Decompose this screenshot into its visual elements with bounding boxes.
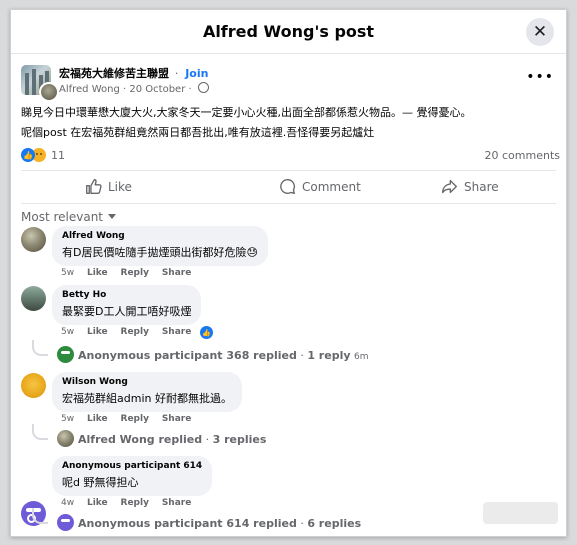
separator-dot: · (188, 84, 192, 95)
share-icon (442, 179, 457, 194)
author-name-link[interactable]: Alfred Wong (59, 84, 120, 95)
dialog-header: Alfred Wong's post ✕ (11, 10, 566, 54)
replier-avatar-icon (57, 430, 74, 447)
reply-summary-who: Alfred Wong replied (78, 433, 203, 446)
commenter-name[interactable]: Alfred Wong (62, 231, 258, 241)
separator-dot: · (300, 517, 304, 530)
share-label: Share (464, 179, 499, 194)
commenter-name[interactable]: Anonymous participant 614 (62, 461, 202, 471)
commenter-avatar[interactable] (21, 227, 46, 252)
comment-like-button[interactable]: Like (87, 268, 108, 278)
comment-share-button[interactable]: Share (162, 327, 192, 337)
comment-reply-button[interactable]: Reply (121, 327, 149, 337)
comment-label: Comment (302, 179, 361, 194)
commenter-name[interactable]: Wilson Wong (62, 377, 232, 387)
like-badge-icon: 👍 (200, 326, 213, 339)
close-button[interactable]: ✕ (526, 18, 554, 46)
more-options-button[interactable]: ••• (526, 69, 554, 85)
share-button[interactable]: Share (441, 178, 499, 195)
join-link[interactable]: Join (185, 67, 208, 80)
post-dialog: Alfred Wong's post ✕ 宏福苑大維修苦主聯盟 · Join A… (10, 9, 567, 537)
comment-bubble: Anonymous participant 614 呢d 野無得担心 (52, 456, 213, 496)
reply-count: 3 replies (212, 433, 267, 446)
watermark (483, 502, 558, 524)
comment-like-button[interactable]: Like (87, 327, 108, 337)
reply-count: 6 replies (307, 517, 362, 530)
comment-actions: 5w Like Reply Share (61, 268, 201, 278)
comment-button[interactable]: Comment (279, 178, 361, 195)
reply-summary-who: Anonymous participant 614 replied (78, 517, 297, 530)
author-avatar[interactable] (39, 82, 59, 102)
separator-dot: · (174, 67, 179, 80)
comment-text: 最緊要D工人開工唔好吸煙 (62, 305, 192, 318)
post-text-line-1: 睇見今日中環華懋大廈大火,大家冬天一定要小心火種,出面全部都係惹火物品。— 覺得… (21, 106, 472, 119)
reaction-count: 11 (51, 148, 65, 162)
comment-count-link[interactable]: 20 comments (485, 149, 561, 162)
separator-dot: · (300, 349, 304, 362)
thread-connector (32, 340, 48, 356)
post-meta: Alfred Wong · 20 October · (59, 82, 209, 95)
comment-like-button[interactable]: Like (87, 498, 108, 508)
comment-reply-button[interactable]: Reply (121, 498, 149, 508)
thread-connector (32, 424, 48, 440)
anonymous-avatar-icon (57, 346, 74, 363)
comment-actions: 5w Like Reply Share (61, 414, 201, 424)
globe-icon (197, 82, 209, 93)
commenter-avatar[interactable] (21, 373, 46, 398)
comment-time[interactable]: 5w (61, 268, 74, 278)
separator-dot: · (205, 433, 210, 446)
comment-like-button[interactable]: Like (87, 414, 108, 424)
thread-connector (32, 508, 48, 524)
view-replies-link[interactable]: Anonymous participant 614 replied · 6 re… (57, 514, 361, 531)
post-action-bar: Like Comment Share (21, 170, 556, 204)
group-name-link[interactable]: 宏福苑大維修苦主聯盟 (59, 67, 169, 80)
like-reaction-icon: 👍 (21, 148, 35, 162)
like-label: Like (108, 179, 132, 194)
comment-share-button[interactable]: Share (162, 414, 192, 424)
reply-summary-who: Anonymous participant 368 replied (78, 349, 297, 362)
comment-icon (280, 179, 296, 194)
comment-text: 有D居民價咗隨手拋煙頭出街都好危險😓 (62, 246, 258, 259)
close-icon: ✕ (532, 22, 548, 42)
comment-bubble: Wilson Wong 宏福苑群組admin 好耐都無批過。 (52, 372, 242, 412)
post-text-line-2: 呢個post 在宏福苑群組竟然兩日都吾批出,唯有放這裡.吾怪得要另起爐灶 (21, 126, 375, 139)
comment-time[interactable]: 5w (61, 414, 74, 424)
separator-dot: · (123, 84, 127, 95)
group-name-row: 宏福苑大維修苦主聯盟 · Join (59, 65, 208, 81)
comment-bubble: Alfred Wong 有D居民價咗隨手拋煙頭出街都好危險😓 (52, 226, 268, 266)
dialog-title: Alfred Wong's post (202, 22, 375, 41)
caret-down-icon (108, 214, 117, 219)
comment-share-button[interactable]: Share (162, 498, 192, 508)
comment-reply-button[interactable]: Reply (121, 268, 149, 278)
commenter-name[interactable]: Betty Ho (62, 290, 191, 300)
post-date[interactable]: 20 October (129, 84, 185, 95)
post-header: 宏福苑大維修苦主聯盟 · Join Alfred Wong · 20 Octob… (21, 65, 556, 102)
reply-count: 1 reply (307, 349, 351, 362)
comment-time[interactable]: 4w (61, 498, 74, 508)
comment-actions: 5w Like Reply Share 2 (61, 327, 212, 337)
comment-time[interactable]: 5w (61, 327, 74, 337)
view-replies-link[interactable]: Anonymous participant 368 replied · 1 re… (57, 346, 369, 363)
sort-label: Most relevant (21, 210, 104, 224)
comment-text: 呢d 野無得担心 (62, 476, 139, 489)
comment-bubble: Betty Ho 最緊要D工人開工唔好吸煙 (52, 285, 202, 325)
sort-dropdown[interactable]: Most relevant (21, 210, 117, 224)
view-replies-link[interactable]: Alfred Wong replied · 3 replies (57, 430, 266, 447)
comment-actions: 4w Like Reply Share (61, 498, 201, 508)
comment-reply-button[interactable]: Reply (121, 414, 149, 424)
like-button[interactable]: Like (85, 178, 132, 195)
reaction-summary[interactable]: 👍 11 (21, 147, 65, 163)
comment-share-button[interactable]: Share (162, 268, 192, 278)
reply-time: 6m (354, 352, 369, 362)
anonymous-avatar-icon (57, 514, 74, 531)
comment-text: 宏福苑群組admin 好耐都無批過。 (62, 392, 232, 405)
commenter-avatar[interactable] (21, 286, 46, 311)
thumbs-up-icon (86, 179, 102, 194)
